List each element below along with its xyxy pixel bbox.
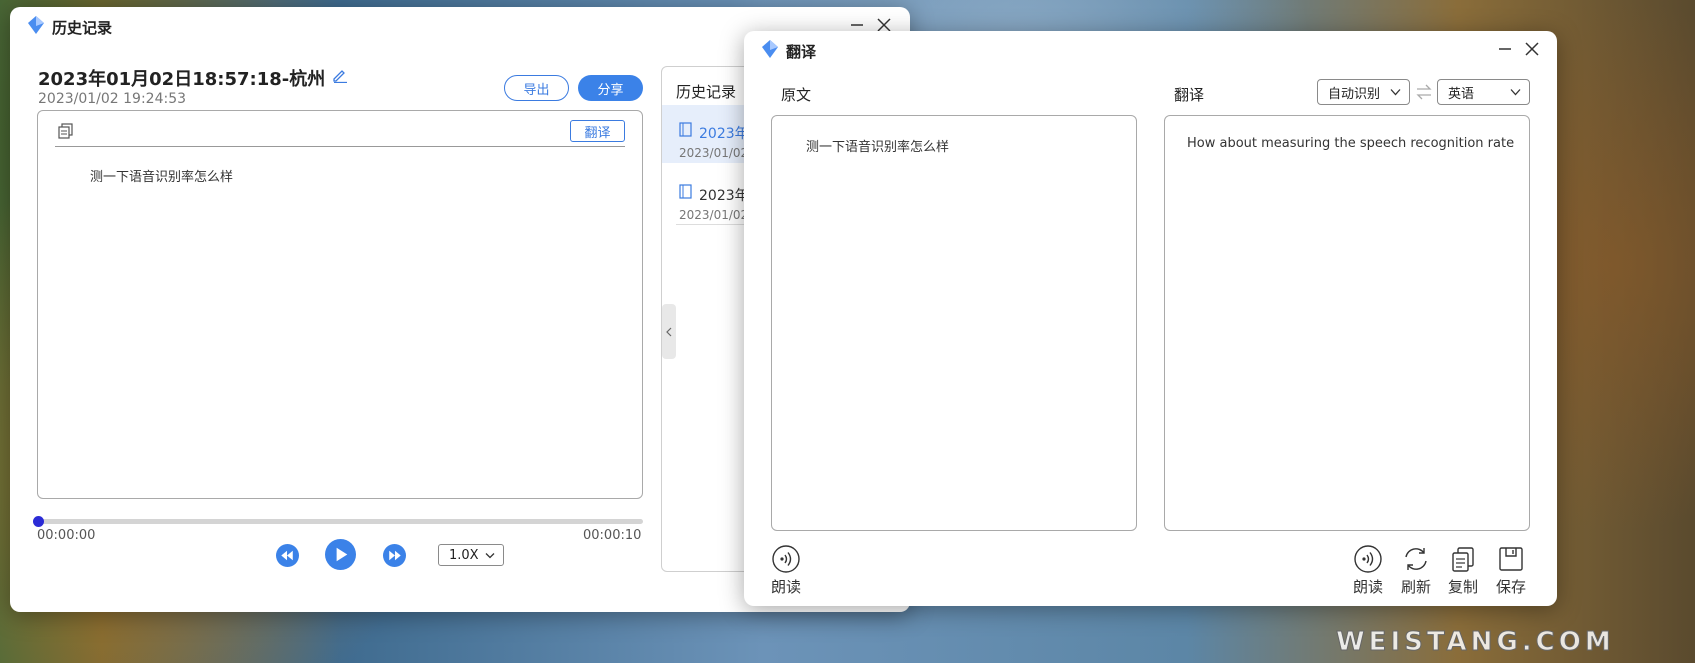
current-time: 00:00:00: [37, 528, 96, 543]
target-text: How about measuring the speech recogniti…: [1187, 136, 1515, 151]
target-text-panel[interactable]: How about measuring the speech recogniti…: [1164, 115, 1530, 531]
total-time: 00:00:10: [583, 528, 642, 543]
next-icon[interactable]: [383, 544, 406, 571]
swap-languages-icon[interactable]: [1416, 84, 1432, 104]
app-logo-icon: [28, 16, 44, 34]
play-icon[interactable]: [325, 539, 356, 574]
save-button[interactable]: 保存: [1496, 544, 1526, 597]
history-item-title: 2023年: [699, 188, 749, 204]
chevron-down-icon: [1510, 85, 1521, 100]
chevron-down-icon: [1390, 85, 1401, 100]
share-button[interactable]: 分享: [578, 75, 643, 101]
target-label: 翻译: [1174, 86, 1205, 104]
refresh-button[interactable]: 刷新: [1401, 544, 1431, 597]
history-item-date: 2023/01/02: [679, 146, 749, 160]
read-source-button[interactable]: 朗读: [771, 544, 801, 597]
copy-label: 复制: [1448, 578, 1479, 596]
panel-divider: [55, 146, 625, 147]
close-icon[interactable]: [1521, 38, 1543, 60]
read-target-button[interactable]: 朗读: [1353, 544, 1383, 597]
history-item-date: 2023/01/02: [679, 208, 749, 222]
progress-handle[interactable]: [33, 516, 44, 527]
copy-button[interactable]: 复制: [1448, 544, 1478, 597]
read-label: 朗读: [771, 578, 802, 596]
transcript-text[interactable]: 测一下语音识别率怎么样: [90, 166, 233, 185]
source-text: 测一下语音识别率怎么样: [806, 140, 950, 155]
chevron-down-icon: [485, 548, 495, 563]
read-label: 朗读: [1353, 578, 1384, 596]
save-label: 保存: [1496, 578, 1527, 596]
window-title: 历史记录: [52, 19, 113, 37]
translate-window: 翻译 原文 翻译 自动识别 英语 测一下语音识别率怎么样 How about m…: [744, 31, 1557, 606]
edit-icon[interactable]: [332, 67, 348, 87]
record-title: 2023年01月02日18:57:18-杭州: [38, 69, 326, 90]
save-icon: [1496, 544, 1526, 574]
title-bar: 翻译: [744, 31, 1557, 85]
copy-icon[interactable]: [58, 123, 74, 143]
progress-track[interactable]: [33, 516, 643, 527]
transcript-panel: 翻译 测一下语音识别率怎么样: [37, 110, 643, 499]
speed-select[interactable]: 1.0X: [438, 544, 504, 566]
source-label: 原文: [781, 86, 812, 104]
history-item-title: 2023年: [699, 126, 749, 142]
source-text-panel[interactable]: 测一下语音识别率怎么样: [771, 115, 1137, 531]
translate-button[interactable]: 翻译: [570, 120, 625, 142]
export-button[interactable]: 导出: [504, 75, 569, 101]
document-icon: [679, 184, 692, 203]
collapse-sidebar-button[interactable]: [662, 304, 676, 359]
target-language-value: 英语: [1448, 86, 1475, 102]
previous-icon[interactable]: [276, 544, 299, 571]
source-language-select[interactable]: 自动识别: [1317, 79, 1410, 105]
copy-icon: [1448, 544, 1478, 574]
window-title: 翻译: [786, 43, 817, 61]
app-logo-icon: [762, 40, 778, 58]
speed-value: 1.0X: [449, 547, 479, 563]
target-language-select[interactable]: 英语: [1437, 79, 1530, 105]
speaker-icon: [771, 544, 801, 574]
speaker-icon: [1353, 544, 1383, 574]
document-icon: [679, 122, 692, 141]
minimize-icon[interactable]: [1494, 38, 1516, 60]
refresh-label: 刷新: [1401, 578, 1432, 596]
record-datetime: 2023/01/02 19:24:53: [38, 91, 187, 107]
refresh-icon: [1401, 544, 1431, 574]
sidebar-title: 历史记录: [676, 83, 737, 101]
watermark-text: WEISTANG.COM: [1336, 627, 1615, 658]
source-language-value: 自动识别: [1328, 86, 1381, 102]
